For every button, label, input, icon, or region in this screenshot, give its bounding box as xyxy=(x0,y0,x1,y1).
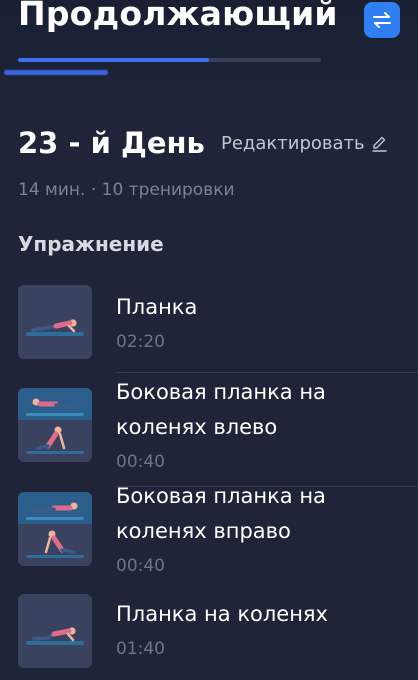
exercise-item[interactable]: Боковая планка на коленях вправо 00:40 xyxy=(0,479,418,579)
knee-plank-figure-icon xyxy=(18,594,92,668)
exercise-name: Планка xyxy=(116,290,197,325)
progress-highlight xyxy=(4,70,108,75)
side-plank-figure-icon xyxy=(18,492,92,566)
switch-plan-button[interactable] xyxy=(364,2,400,38)
plan-progress-fill xyxy=(18,58,209,62)
pencil-icon xyxy=(371,135,388,152)
day-title: 23 - й День xyxy=(18,126,205,160)
side-plank-figure-icon xyxy=(18,388,92,462)
exercise-name-line2: коленях вправо xyxy=(116,514,291,549)
swap-arrows-icon xyxy=(371,9,393,31)
exercise-item[interactable]: Боковая планка на коленях влево 00:40 xyxy=(0,375,418,475)
exercise-item[interactable]: Планка на коленях 01:40 xyxy=(0,594,418,674)
exercise-duration: 02:20 xyxy=(116,332,165,352)
section-title: Упражнение xyxy=(18,232,164,256)
top-header: Продолжающий xyxy=(0,0,418,100)
exercise-name-line2: коленях влево xyxy=(116,410,277,445)
exercise-duration: 00:40 xyxy=(116,556,165,576)
exercise-name: Боковая планка на xyxy=(116,479,326,514)
plank-figure-icon xyxy=(18,285,92,359)
exercise-name: Планка на коленях xyxy=(116,597,328,632)
exercise-name: Боковая планка на xyxy=(116,375,326,410)
edit-button[interactable]: Редактировать xyxy=(221,133,388,154)
exercise-item[interactable]: Планка 02:20 xyxy=(0,285,418,365)
exercise-duration: 00:40 xyxy=(116,452,165,472)
workout-meta: 14 мин. · 10 тренировки xyxy=(18,180,235,200)
divider xyxy=(116,372,418,373)
level-title: Продолжающий xyxy=(18,0,338,33)
plan-progress-bar xyxy=(18,58,321,62)
exercise-duration: 01:40 xyxy=(116,639,165,659)
edit-label: Редактировать xyxy=(221,133,365,154)
